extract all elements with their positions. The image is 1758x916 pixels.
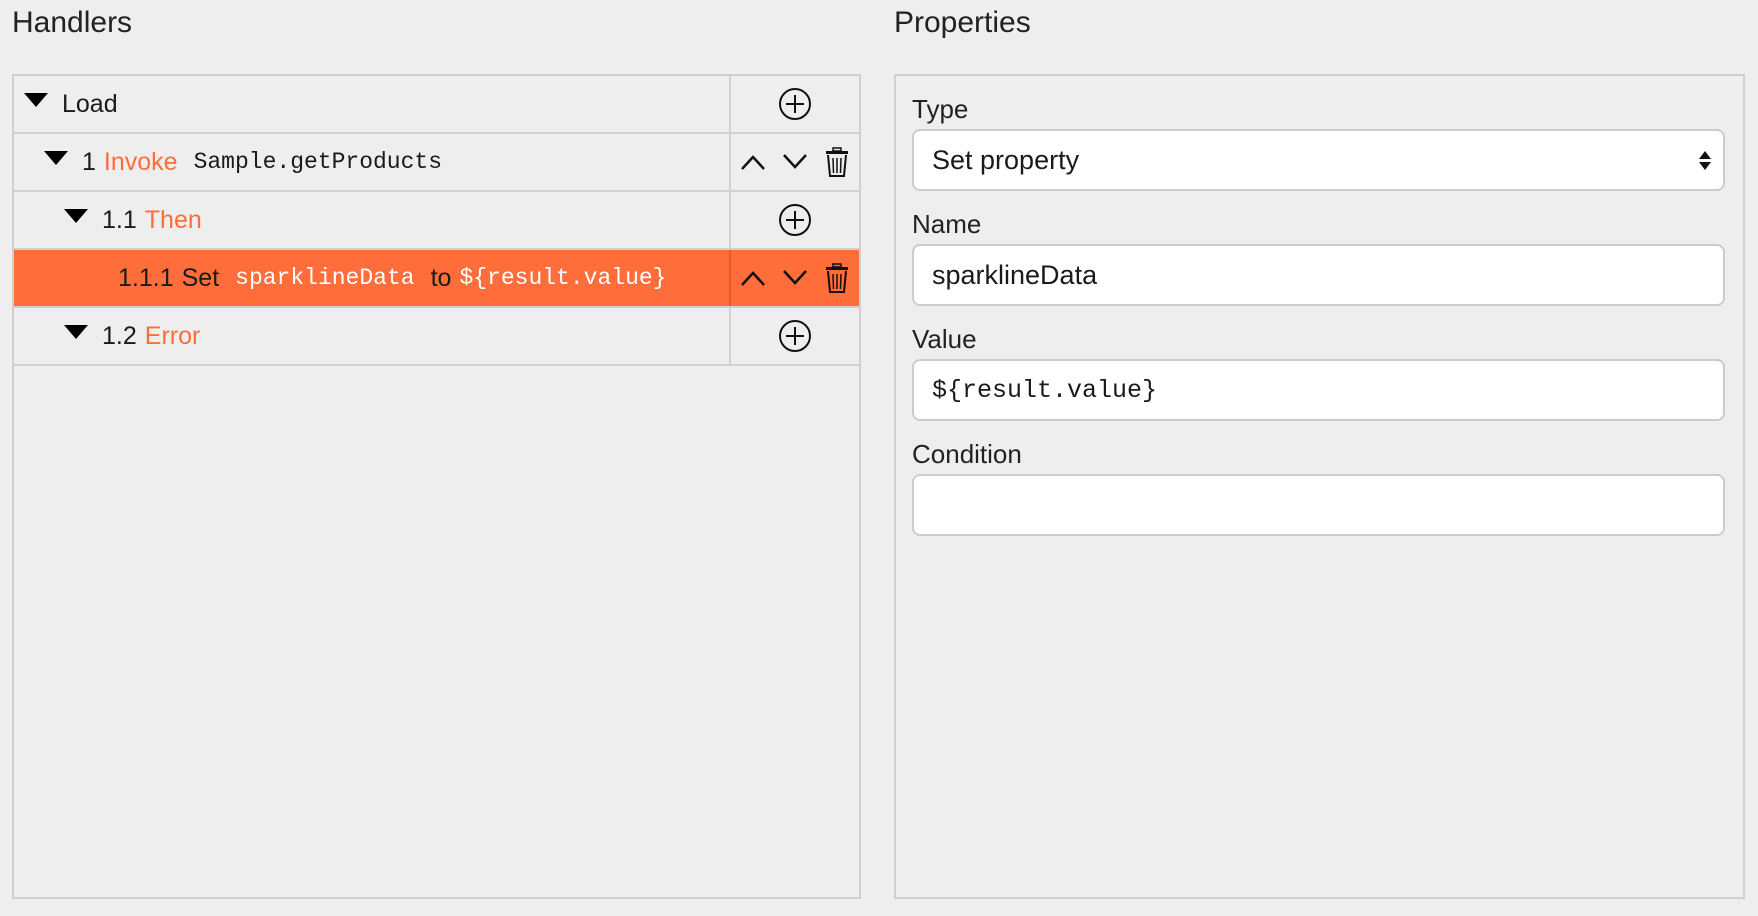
tree-row-label-cell: 1.2 Error	[14, 308, 729, 364]
chevron-down-icon[interactable]	[778, 145, 812, 179]
type-label: Type	[912, 94, 969, 124]
tree-row-then[interactable]: 1.1 Then	[14, 192, 859, 250]
trash-icon[interactable]	[820, 145, 854, 179]
tree-row-load[interactable]: Load	[14, 76, 859, 134]
tree-row-set-selected[interactable]: 1.1.1 Set sparklineData to ${result.valu…	[14, 250, 859, 308]
value-label: Value	[912, 324, 977, 354]
value-input-value: ${result.value}	[932, 375, 1158, 405]
step-argument: sparklineData	[235, 265, 415, 291]
tree-row-invoke[interactable]: 1 Invoke Sample.getProducts	[14, 134, 859, 192]
caret-down-icon[interactable]	[64, 209, 88, 223]
step-number: 1.2	[102, 321, 137, 350]
tree-row-label-cell: 1 Invoke Sample.getProducts	[14, 134, 729, 190]
step-argument: Sample.getProducts	[193, 149, 443, 175]
chevron-up-icon[interactable]	[736, 261, 770, 295]
name-input-value: sparklineData	[932, 259, 1098, 290]
caret-down-icon[interactable]	[24, 93, 48, 107]
handlers-title: Handlers	[12, 6, 133, 39]
plus-circle-icon[interactable]	[778, 87, 812, 121]
plus-circle-icon[interactable]	[778, 319, 812, 353]
tree-row-actions	[729, 76, 859, 132]
tree-row-actions	[729, 308, 859, 364]
properties-title: Properties	[894, 6, 1031, 39]
select-arrows-icon	[1699, 150, 1711, 170]
tree-row-label-cell: 1.1 Then	[14, 192, 729, 248]
step-number: 1.1	[102, 205, 137, 234]
step-keyword: Set	[181, 263, 220, 292]
tree-row-actions	[729, 250, 859, 306]
tree-row-error[interactable]: 1.2 Error	[14, 308, 859, 366]
step-connector: to	[430, 263, 452, 292]
name-label: Name	[912, 209, 982, 239]
tree-row-actions	[729, 192, 859, 248]
step-keyword: Then	[144, 205, 202, 234]
step-value: ${result.value}	[459, 265, 667, 291]
handler-event-label: Load	[62, 89, 118, 118]
type-select-value: Set property	[932, 144, 1080, 175]
caret-down-icon[interactable]	[44, 151, 68, 165]
tree-row-label-cell: 1.1.1 Set sparklineData to ${result.valu…	[14, 250, 729, 306]
type-select[interactable]: Set property	[912, 129, 1725, 191]
chevron-up-icon[interactable]	[736, 145, 770, 179]
step-keyword: Invoke	[103, 147, 178, 176]
handlers-panel: Load 1 Invoke Sample.getProducts 1.1 The…	[12, 74, 861, 899]
caret-down-icon[interactable]	[64, 325, 88, 339]
trash-icon[interactable]	[820, 261, 854, 295]
tree-row-label-cell: Load	[14, 76, 729, 132]
value-input[interactable]: ${result.value}	[912, 359, 1725, 421]
name-input[interactable]: sparklineData	[912, 244, 1725, 306]
plus-circle-icon[interactable]	[778, 203, 812, 237]
condition-label: Condition	[912, 439, 1022, 469]
chevron-down-icon[interactable]	[778, 261, 812, 295]
condition-input[interactable]	[912, 474, 1725, 536]
step-keyword: Error	[144, 321, 201, 350]
properties-panel: Type Set property Name sparklineData Val…	[894, 74, 1745, 899]
step-number: 1.1.1	[118, 263, 174, 292]
step-number: 1	[82, 147, 96, 176]
tree-row-actions	[729, 134, 859, 190]
